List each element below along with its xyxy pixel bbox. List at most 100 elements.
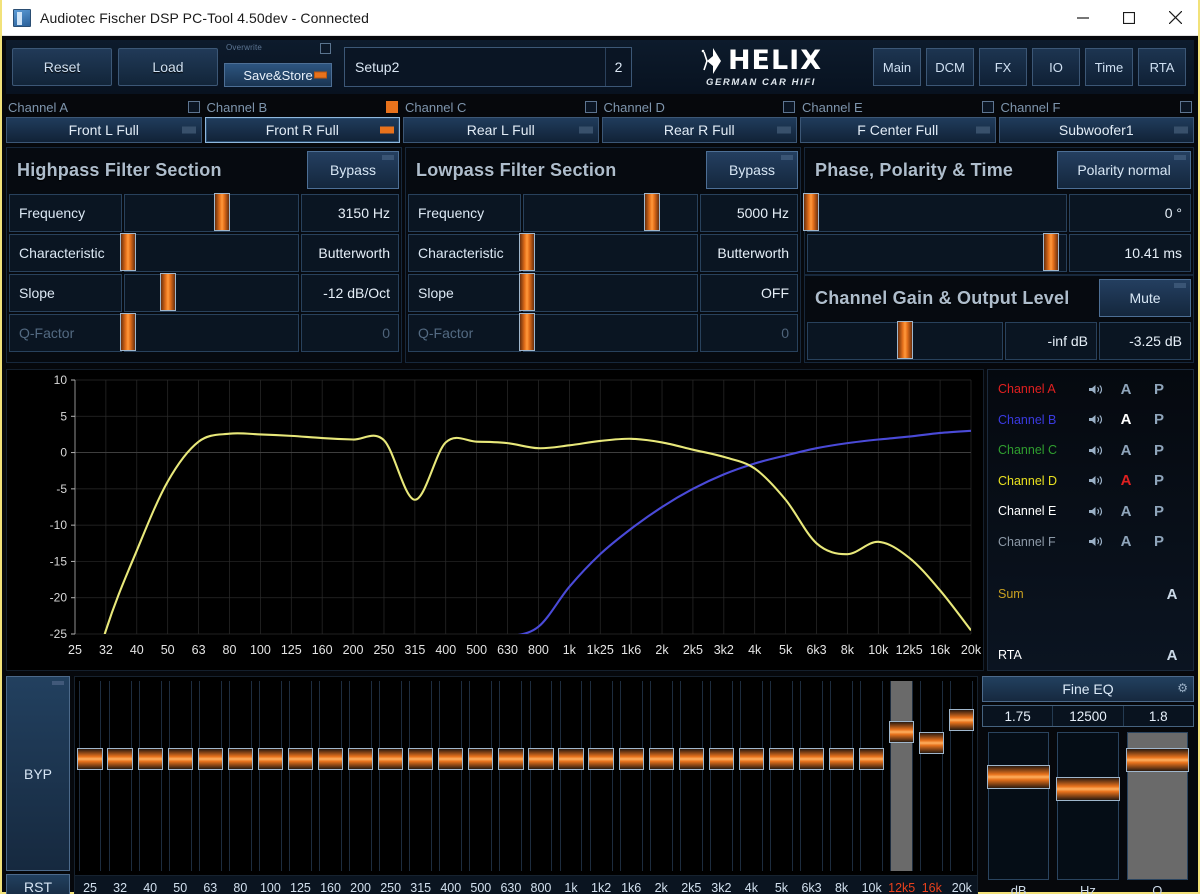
speaker-icon[interactable]	[1084, 474, 1106, 487]
lowpass-2-slider[interactable]	[519, 273, 698, 312]
channel-legend-a-button[interactable]: A	[1106, 381, 1146, 398]
eq-band-slider[interactable]	[406, 677, 436, 875]
reset-button[interactable]: Reset	[12, 48, 112, 86]
mute-button[interactable]: Mute	[1099, 279, 1191, 317]
phase-slider[interactable]	[802, 193, 1067, 232]
eq-band-thumb[interactable]	[227, 748, 253, 771]
eq-band-slider[interactable]	[646, 677, 676, 875]
eq-band-thumb[interactable]	[798, 748, 825, 771]
fine-eq-db-thumb[interactable]	[987, 765, 1051, 790]
speaker-icon[interactable]	[1084, 444, 1106, 457]
highpass-0-thumb[interactable]	[213, 193, 230, 231]
gear-icon[interactable]: ⚙	[1177, 681, 1188, 695]
eq-band-thumb[interactable]	[498, 748, 524, 771]
rta-a-button[interactable]: A	[1159, 647, 1185, 664]
nav-dcm[interactable]: DCM	[926, 48, 974, 86]
eq-band-thumb[interactable]	[378, 748, 404, 771]
eq-band-slider[interactable]	[135, 677, 165, 875]
channel-legend-a-button[interactable]: A	[1106, 503, 1146, 520]
nav-io[interactable]: IO	[1032, 48, 1080, 86]
overwrite-checkbox[interactable]	[320, 43, 331, 54]
eq-band-slider[interactable]	[766, 677, 796, 875]
channel-legend-p-button[interactable]: P	[1146, 533, 1172, 550]
highpass-2-thumb[interactable]	[160, 273, 177, 311]
eq-reset-button[interactable]: RST	[6, 874, 70, 894]
fine-eq-q-value[interactable]: 1.8	[1124, 706, 1193, 726]
sum-a-button[interactable]: A	[1159, 586, 1185, 603]
channel-select-button[interactable]: Subwoofer1	[998, 117, 1194, 143]
eq-band-slider[interactable]	[556, 677, 586, 875]
speaker-icon[interactable]	[1084, 383, 1106, 396]
eq-band-thumb[interactable]	[919, 732, 945, 755]
channel-select-button[interactable]: Front L Full	[6, 117, 202, 143]
gain-slider[interactable]	[807, 321, 1003, 360]
eq-band-slider[interactable]	[616, 677, 646, 875]
eq-band-thumb[interactable]	[468, 748, 494, 771]
eq-band-thumb[interactable]	[317, 748, 344, 771]
eq-band-slider[interactable]	[947, 677, 977, 875]
phase-slider-thumb[interactable]	[802, 193, 819, 231]
eq-band-slider[interactable]	[376, 677, 406, 875]
highpass-1-thumb[interactable]	[120, 233, 137, 271]
highpass-3-thumb[interactable]	[120, 313, 137, 351]
eq-band-slider[interactable]	[586, 677, 616, 875]
eq-band-thumb[interactable]	[828, 748, 855, 771]
nav-main[interactable]: Main	[873, 48, 921, 86]
eq-band-slider[interactable]	[75, 677, 105, 875]
channel-legend-p-button[interactable]: P	[1146, 411, 1172, 428]
eq-band-slider[interactable]	[496, 677, 526, 875]
fine-eq-hz-value[interactable]: 12500	[1053, 706, 1124, 726]
fine-eq-header[interactable]: Fine EQ ⚙	[982, 676, 1194, 702]
fine-eq-q-thumb[interactable]	[1125, 747, 1189, 772]
speaker-icon[interactable]	[1084, 535, 1106, 548]
fine-eq-q-slider[interactable]	[1125, 732, 1189, 880]
eq-band-thumb[interactable]	[257, 748, 284, 771]
eq-band-thumb[interactable]	[708, 748, 734, 771]
channel-checkbox[interactable]	[981, 101, 994, 113]
save-store-button[interactable]: Save&Store	[224, 63, 332, 87]
channel-checkbox[interactable]	[783, 101, 795, 113]
eq-band-slider[interactable]	[736, 677, 766, 875]
eq-band-thumb[interactable]	[768, 748, 795, 771]
channel-checkbox[interactable]	[187, 101, 200, 113]
minimize-icon[interactable]	[1060, 0, 1106, 36]
channel-checkbox[interactable]	[584, 101, 597, 113]
eq-band-slider[interactable]	[285, 677, 315, 875]
highpass-1-slider[interactable]	[120, 233, 299, 272]
speaker-icon[interactable]	[1084, 413, 1106, 426]
channel-checkbox[interactable]	[1180, 101, 1192, 113]
eq-band-thumb[interactable]	[949, 708, 975, 731]
eq-band-thumb[interactable]	[528, 748, 554, 771]
eq-band-thumb[interactable]	[77, 748, 103, 771]
eq-band-thumb[interactable]	[287, 748, 314, 771]
nav-time[interactable]: Time	[1085, 48, 1133, 86]
setup-field[interactable]: Setup2 2	[344, 47, 632, 87]
eq-band-thumb[interactable]	[859, 748, 885, 771]
channel-select-button[interactable]: Rear L Full	[403, 117, 599, 143]
eq-bypass-button[interactable]: BYP	[6, 676, 70, 871]
channel-legend-p-button[interactable]: P	[1146, 442, 1172, 459]
eq-band-thumb[interactable]	[889, 720, 915, 743]
close-icon[interactable]	[1152, 0, 1198, 36]
eq-band-thumb[interactable]	[107, 748, 133, 771]
lowpass-1-thumb[interactable]	[519, 233, 536, 271]
channel-legend-p-button[interactable]: P	[1146, 381, 1172, 398]
channel-legend-a-button[interactable]: A	[1106, 442, 1146, 459]
eq-band-slider[interactable]	[917, 677, 947, 875]
eq-band-slider[interactable]	[706, 677, 736, 875]
eq-band-thumb[interactable]	[197, 748, 223, 771]
eq-band-slider[interactable]	[676, 677, 706, 875]
eq-band-slider[interactable]	[165, 677, 195, 875]
gain-slider-thumb[interactable]	[897, 321, 913, 359]
eq-band-thumb[interactable]	[558, 748, 584, 771]
fine-eq-hz-thumb[interactable]	[1056, 776, 1120, 801]
eq-band-thumb[interactable]	[678, 748, 704, 771]
eq-band-slider[interactable]	[887, 677, 917, 875]
load-button[interactable]: Load	[118, 48, 218, 86]
highpass-2-slider[interactable]	[124, 273, 299, 312]
channel-select-button[interactable]: F Center Full	[800, 117, 996, 143]
speaker-icon[interactable]	[1084, 505, 1106, 518]
eq-band-slider[interactable]	[195, 677, 225, 875]
lowpass-0-slider[interactable]	[523, 193, 698, 232]
nav-fx[interactable]: FX	[979, 48, 1027, 86]
